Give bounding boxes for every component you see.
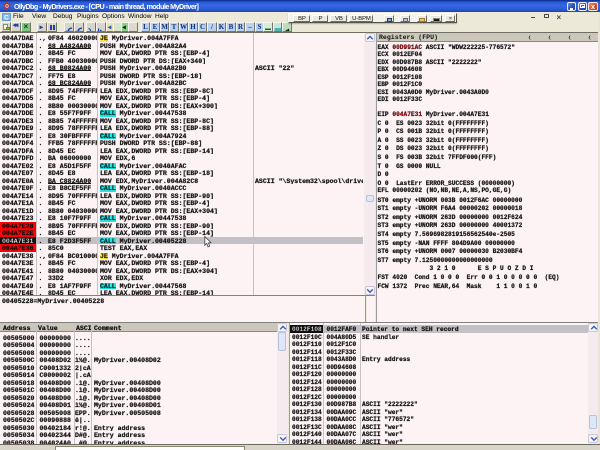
svg-text:C: C	[4, 14, 9, 21]
